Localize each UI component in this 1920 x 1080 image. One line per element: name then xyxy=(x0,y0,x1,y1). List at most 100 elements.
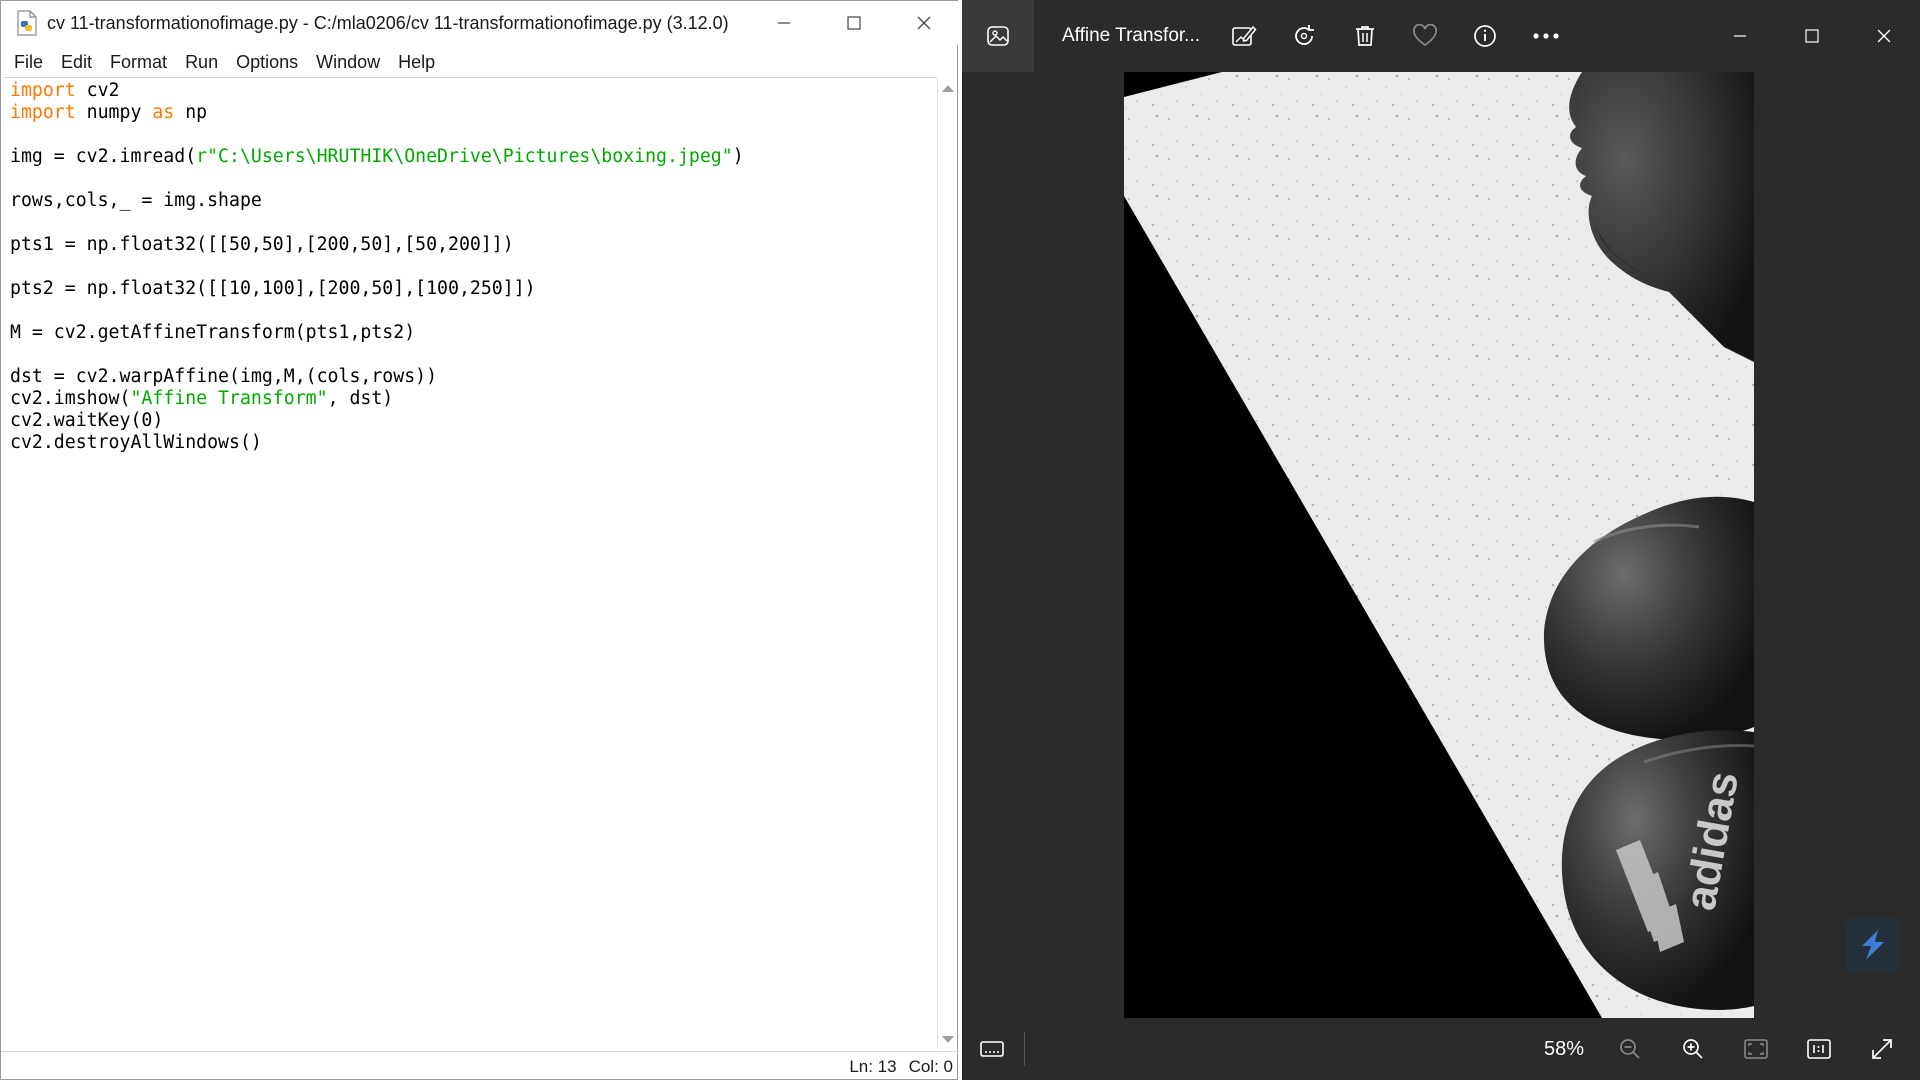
code-keyword: import xyxy=(10,102,76,123)
code-keyword: import xyxy=(10,80,76,101)
code-token: numpy xyxy=(75,102,153,123)
close-button[interactable] xyxy=(889,1,959,45)
scroll-up-arrow-icon[interactable] xyxy=(942,85,954,92)
code-token: M = cv2.getAffineTransform(pts1,pts2) xyxy=(10,322,416,343)
code-line[interactable]: rows,cols,_ = img.shape xyxy=(10,190,744,212)
photos-minimize-button[interactable] xyxy=(1704,0,1776,72)
code-line[interactable]: img = cv2.imread(r"C:\Users\HRUTHIK\OneD… xyxy=(10,146,744,168)
status-bar: Ln: 13 Col: 0 xyxy=(1,1051,959,1080)
rotate-button[interactable] xyxy=(1282,14,1326,58)
filmstrip-button[interactable] xyxy=(970,1027,1014,1071)
photos-maximize-button[interactable] xyxy=(1776,0,1848,72)
idle-editor-window: cv 11-transformationofimage.py - C:/mla0… xyxy=(0,0,959,1080)
code-text[interactable]: import cv2 import numpy as np img = cv2.im… xyxy=(10,80,744,454)
file-info-button[interactable] xyxy=(1463,14,1507,58)
code-line[interactable]: dst = cv2.warpAffine(img,M,(cols,rows)) xyxy=(10,366,744,388)
code-token: cv2.imshow( xyxy=(10,388,131,409)
menu-window[interactable]: Window xyxy=(307,47,389,77)
rotate-icon xyxy=(1295,25,1314,45)
code-editor[interactable]: import cv2 import numpy as np img = cv2.im… xyxy=(3,77,937,1049)
menu-options[interactable]: Options xyxy=(227,47,307,77)
code-line[interactable] xyxy=(10,256,744,278)
photos-app-icon xyxy=(987,26,1009,46)
favorite-button[interactable] xyxy=(1403,14,1447,58)
scroll-down-arrow-icon[interactable] xyxy=(942,1036,954,1043)
info-icon xyxy=(1474,25,1496,47)
code-line[interactable]: import cv2 xyxy=(10,80,744,102)
fit-to-window-button[interactable] xyxy=(1734,1027,1778,1071)
sync-logo-icon xyxy=(1862,930,1884,960)
code-line[interactable] xyxy=(10,212,744,234)
line-indicator: Ln: 13 xyxy=(849,1056,897,1076)
minimize-icon xyxy=(778,22,790,24)
code-string: "Affine Transform" xyxy=(130,388,328,409)
maximize-button[interactable] xyxy=(819,1,889,45)
delete-button[interactable] xyxy=(1343,14,1387,58)
favorite-icon xyxy=(1413,24,1437,47)
maximize-icon xyxy=(847,16,861,30)
edit-image-icon xyxy=(1232,25,1257,46)
minimize-icon xyxy=(1734,35,1746,37)
code-line[interactable]: cv2.waitKey(0) xyxy=(10,410,744,432)
menu-file[interactable]: File xyxy=(5,47,52,77)
code-line[interactable] xyxy=(10,344,744,366)
more-icon xyxy=(1533,33,1559,39)
code-token: cv2.waitKey(0) xyxy=(10,410,164,431)
code-token: np xyxy=(174,102,208,123)
code-token: pts2 = np.float32([[10,100],[200,50],[10… xyxy=(10,278,536,299)
close-icon xyxy=(1877,29,1891,43)
zoom-out-icon xyxy=(1620,1039,1640,1059)
code-keyword: as xyxy=(152,102,175,123)
menu-run[interactable]: Run xyxy=(176,47,227,77)
column-indicator: Col: 0 xyxy=(908,1056,953,1076)
code-line[interactable]: pts2 = np.float32([[10,100],[200,50],[10… xyxy=(10,278,744,300)
zoom-out-button[interactable] xyxy=(1608,1027,1652,1071)
side-panel-button[interactable] xyxy=(1846,918,1900,972)
photos-bottom-bar: 58% xyxy=(962,1018,1920,1080)
code-token: img = cv2.imread( xyxy=(10,146,197,167)
fullscreen-icon xyxy=(1872,1039,1892,1059)
menu-format[interactable]: Format xyxy=(101,47,176,77)
close-icon xyxy=(917,16,931,30)
code-line[interactable] xyxy=(10,300,744,322)
bottom-bar-divider xyxy=(1024,1032,1025,1066)
fullscreen-button[interactable] xyxy=(1860,1027,1904,1071)
menu-bar: File Edit Format Run Options Window Help xyxy=(1,47,959,77)
menu-help[interactable]: Help xyxy=(389,47,444,77)
code-line[interactable]: cv2.destroyAllWindows() xyxy=(10,432,744,454)
transformed-photo: adidas xyxy=(1124,72,1754,1018)
code-line[interactable]: import numpy as np xyxy=(10,102,744,124)
zoom-level: 58% xyxy=(1544,1038,1585,1060)
delete-icon xyxy=(1356,26,1374,46)
edit-image-button[interactable] xyxy=(1222,14,1266,58)
code-line[interactable] xyxy=(10,168,744,190)
maximize-icon xyxy=(1805,29,1819,43)
code-line[interactable]: M = cv2.getAffineTransform(pts1,pts2) xyxy=(10,322,744,344)
actual-size-button[interactable] xyxy=(1797,1027,1841,1071)
code-token: dst = cv2.warpAffine(img,M,(cols,rows)) xyxy=(10,366,438,387)
python-file-icon xyxy=(17,10,37,36)
image-stage[interactable]: adidas xyxy=(962,72,1920,1018)
boxer-photo-graphic: adidas xyxy=(1124,72,1754,1018)
code-line[interactable]: cv2.imshow("Affine Transform", dst) xyxy=(10,388,744,410)
code-line[interactable]: pts1 = np.float32([[50,50],[200,50],[50,… xyxy=(10,234,744,256)
image-title: Affine Transfor... xyxy=(1062,25,1201,46)
more-options-button[interactable] xyxy=(1524,14,1568,58)
code-string: r"C:\Users\HRUTHIK\OneDrive\Pictures\box… xyxy=(196,146,733,167)
vertical-scrollbar[interactable] xyxy=(937,79,957,1049)
menu-edit[interactable]: Edit xyxy=(52,47,101,77)
filmstrip-icon xyxy=(980,1041,1004,1057)
see-all-photos-button[interactable] xyxy=(962,0,1034,72)
photos-close-button[interactable] xyxy=(1848,0,1920,72)
fit-to-window-icon xyxy=(1744,1039,1768,1059)
zoom-in-button[interactable] xyxy=(1671,1027,1715,1071)
code-token: pts1 = np.float32([[50,50],[200,50],[50,… xyxy=(10,234,514,255)
title-bar: cv 11-transformationofimage.py - C:/mla0… xyxy=(1,1,959,45)
photos-toolbar: Affine Transfor... xyxy=(962,0,1920,72)
zoom-in-icon xyxy=(1683,1039,1703,1059)
window-title: cv 11-transformationofimage.py - C:/mla0… xyxy=(47,12,729,33)
scrollbar-thumb[interactable] xyxy=(941,101,954,1021)
minimize-button[interactable] xyxy=(749,1,819,45)
code-token: cv2 xyxy=(75,80,120,101)
code-line[interactable] xyxy=(10,124,744,146)
